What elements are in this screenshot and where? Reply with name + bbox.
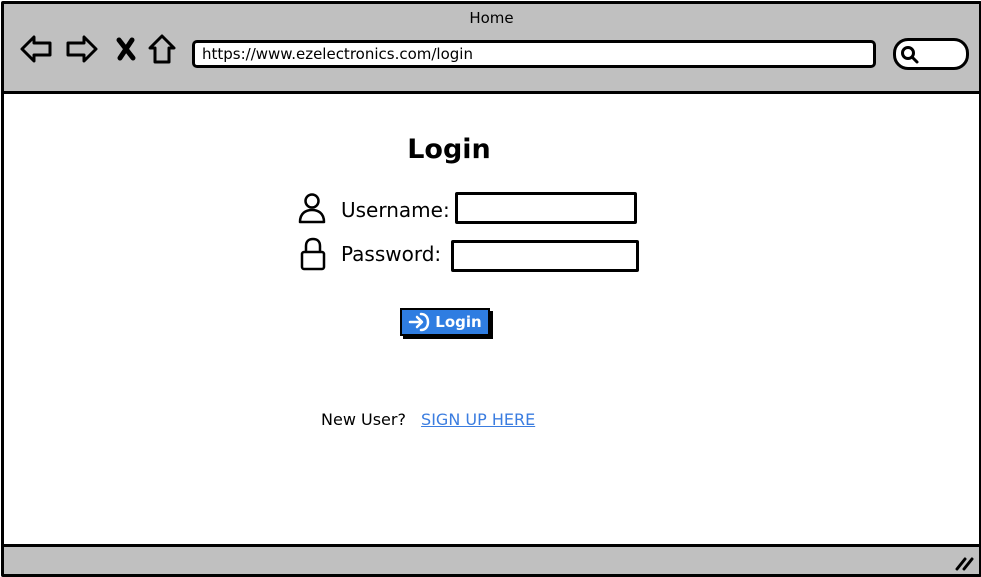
browser-chrome: Home https://www.ezelectronics.com/login — [4, 4, 979, 94]
browser-search-box[interactable] — [893, 38, 969, 70]
close-x-icon — [116, 37, 136, 61]
signup-prompt: New User? — [321, 410, 406, 429]
password-input[interactable] — [451, 240, 639, 272]
stop-button[interactable] — [108, 32, 144, 66]
page-content: Login Username: Password: Login New User… — [4, 94, 979, 544]
address-bar[interactable]: https://www.ezelectronics.com/login — [192, 40, 876, 68]
signup-row: New User? SIGN UP HERE — [321, 410, 535, 429]
login-button-label: Login — [435, 313, 482, 331]
back-arrow-icon — [20, 35, 52, 63]
status-bar — [4, 544, 979, 574]
window-title: Home — [469, 9, 514, 27]
browser-window: Home https://www.ezelectronics.com/login — [1, 1, 981, 577]
forward-arrow-icon — [66, 35, 98, 63]
login-button[interactable]: Login — [400, 308, 490, 336]
home-icon — [148, 34, 176, 64]
forward-button[interactable] — [64, 32, 100, 66]
back-button[interactable] — [18, 32, 54, 66]
username-label: Username: — [341, 198, 450, 222]
resize-grip-icon[interactable] — [953, 553, 975, 571]
search-icon — [901, 46, 919, 64]
signup-link[interactable]: SIGN UP HERE — [421, 410, 535, 429]
sign-in-arrow-icon — [409, 312, 430, 332]
user-icon — [298, 193, 326, 224]
lock-icon — [300, 237, 326, 271]
password-label: Password: — [341, 242, 442, 266]
username-input[interactable] — [455, 192, 637, 224]
home-button[interactable] — [144, 32, 180, 66]
page-title: Login — [407, 134, 491, 165]
url-text: https://www.ezelectronics.com/login — [202, 45, 473, 63]
